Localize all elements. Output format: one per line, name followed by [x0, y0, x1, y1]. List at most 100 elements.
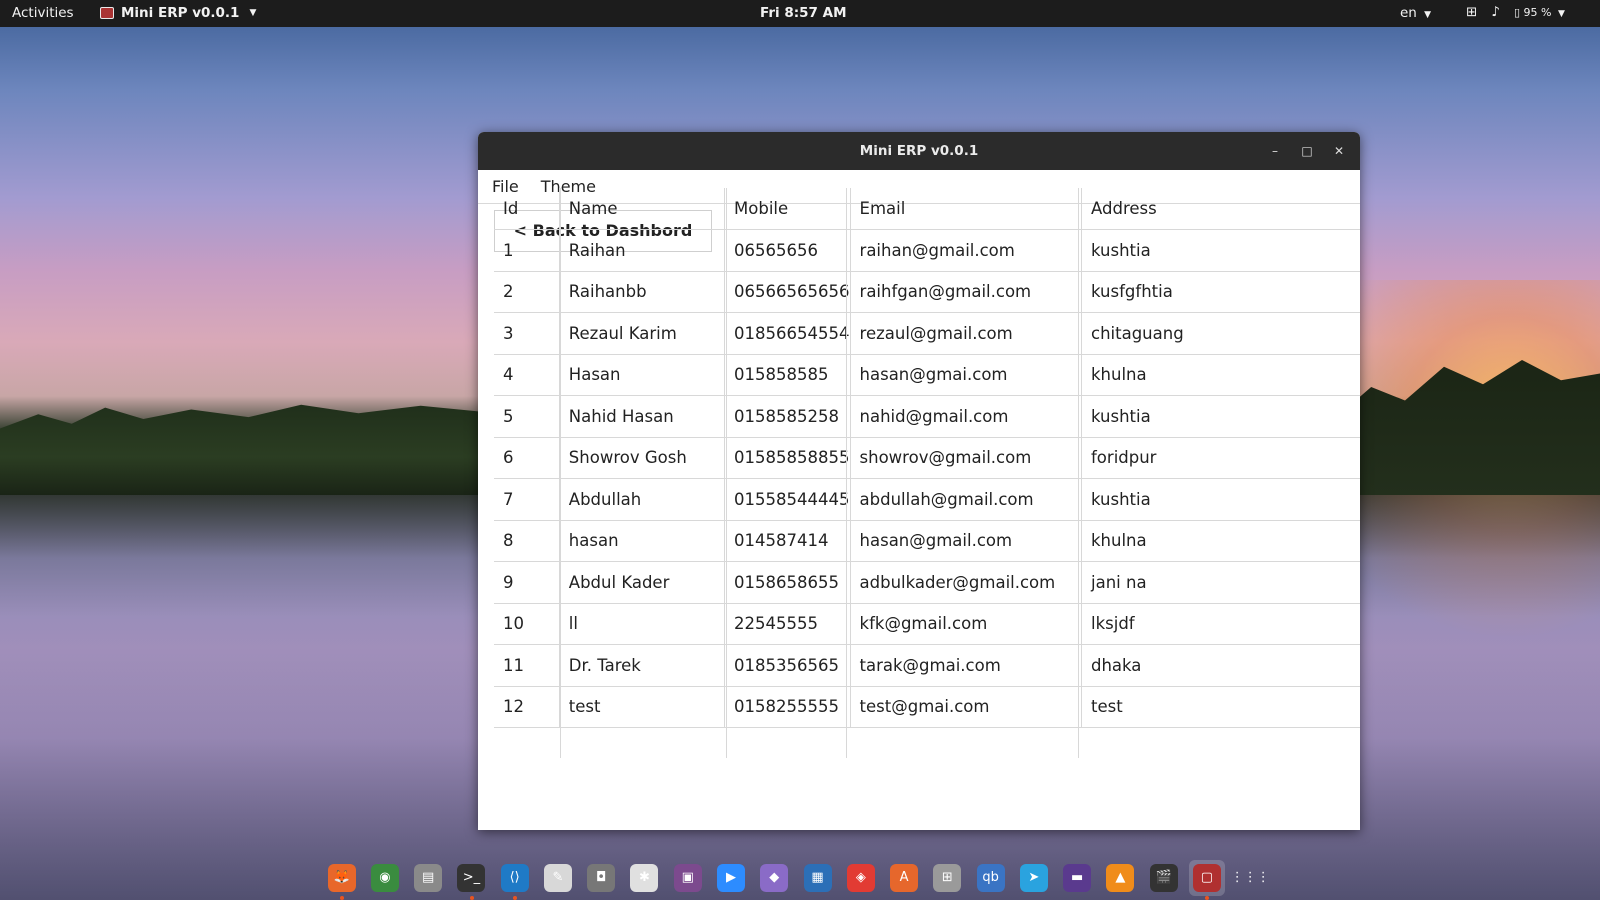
dock-item[interactable]: ◆ [757, 860, 792, 896]
dock-item[interactable]: ▤ [411, 860, 446, 896]
cell-address: lksjdf [1081, 603, 1360, 645]
column-header-name[interactable]: Name [558, 188, 725, 230]
dock-item[interactable]: ▶ [713, 860, 748, 896]
cell-mobile: 01558544445 [724, 478, 851, 521]
cell-address: test [1081, 686, 1360, 728]
battery-icon: ▯ [1513, 5, 1520, 19]
chevron-down-icon: ▼ [1424, 10, 1432, 20]
dock-item[interactable]: ▲ [1103, 860, 1138, 896]
cell-email: nahid@gmail.com [849, 395, 1082, 438]
language-label: en [1400, 5, 1417, 21]
dock-item[interactable]: ✎ [540, 860, 575, 896]
app-menu[interactable]: Mini ERP v0.0.1 ▼ [100, 5, 256, 21]
column-header-mobile[interactable]: Mobile [724, 188, 851, 230]
running-indicator [1205, 895, 1210, 900]
dock-item[interactable]: ▣ [670, 860, 705, 896]
dock-item[interactable]: ⋮⋮⋮ [1230, 860, 1270, 896]
mini-erp-app-icon [100, 7, 114, 19]
cell-email: test@gmai.com [849, 686, 1082, 728]
dock-item[interactable]: ➤ [1016, 860, 1051, 896]
table-row[interactable]: 9 Abdul Kader 0158658655 adbulkader@gmail.c… [494, 561, 1360, 604]
column-header-address[interactable]: Address [1081, 188, 1360, 230]
battery-indicator: ▯ 95 % ▼ [1514, 6, 1565, 19]
cell-id: 10 [494, 603, 560, 645]
cell-name: Hasan [558, 354, 725, 396]
table-row[interactable]: 7 Abdullah 01558544445 abdullah@gmail.com ku… [494, 478, 1360, 521]
cell-id: 7 [494, 478, 560, 521]
slack-icon: ✱ [630, 863, 659, 892]
anydesk-icon: ◈ [846, 863, 875, 892]
dock-item[interactable]: 🦊 [324, 860, 359, 900]
cell-name: Dr. Tarek [558, 644, 725, 687]
cell-name: Raihan [558, 229, 725, 272]
files-icon: ▤ [414, 863, 443, 892]
cell-mobile: 0158255555 [724, 686, 851, 728]
table-row[interactable]: 2 Raihanbb 06566565656 raihfgan@gmail.com ku… [494, 271, 1360, 313]
dock: 🦊 ◉ ▤ >_ ⟨⟩ ✎ ◘ ✱ ▣ ▶ ◆ ▦ ◈ A ⊞ qb ➤ ▬ ▲ 🎬 ▢ ⋮⋮⋮ [318, 855, 1270, 900]
clock[interactable]: Fri 8:57 AM [760, 5, 847, 21]
dock-item[interactable]: ◉ [367, 860, 402, 896]
minimize-icon[interactable]: – [1264, 140, 1286, 162]
cell-email: kfk@gmail.com [849, 603, 1082, 645]
column-header-email[interactable]: Email [849, 188, 1082, 230]
cell-id: 9 [494, 561, 560, 604]
cell-name: Abdul Kader [558, 561, 725, 604]
column-header-id[interactable]: Id [494, 188, 560, 230]
system-tray[interactable]: ⊞ ♪ ▯ 95 % ▼ [1466, 4, 1565, 20]
cell-mobile: 06565656 [724, 229, 851, 272]
dock-item[interactable]: >_ [454, 860, 489, 900]
cell-address: kushtia [1081, 395, 1360, 438]
calculator-icon: ⊞ [933, 863, 962, 892]
dock-item[interactable]: ⟨⟩ [497, 860, 532, 900]
activities-button[interactable]: Activities [12, 5, 74, 21]
dock-item[interactable]: ▢ [1189, 859, 1225, 900]
media-icon: ▣ [673, 863, 702, 892]
qbittorrent-icon: qb [976, 863, 1005, 892]
terminal-icon: >_ [457, 863, 486, 892]
dock-item[interactable]: 🎬 [1146, 860, 1181, 896]
cell-address: dhaka [1081, 644, 1360, 687]
running-indicator [513, 895, 518, 900]
table-row[interactable]: 10 ll 22545555 kfk@gmail.com lksjdf [494, 603, 1360, 645]
dock-item[interactable]: A [886, 860, 921, 896]
dock-item[interactable]: ◈ [843, 860, 878, 896]
cell-id: 5 [494, 395, 560, 438]
dock-item[interactable]: ◘ [584, 860, 619, 896]
cell-id: 4 [494, 354, 560, 396]
zoom-icon: ▶ [717, 863, 746, 892]
maximize-icon[interactable]: □ [1296, 140, 1318, 162]
cell-mobile: 014587414 [724, 520, 851, 562]
cell-email: rezaul@gmail.com [849, 312, 1082, 355]
window-titlebar[interactable]: Mini ERP v0.0.1 – □ ✕ [478, 132, 1360, 170]
dock-item[interactable]: ✱ [627, 860, 662, 896]
language-selector[interactable]: en ▼ [1400, 5, 1431, 21]
dock-item[interactable]: ▬ [1060, 860, 1095, 896]
cell-address: jani na [1081, 561, 1360, 604]
cell-mobile: 06566565656 [724, 271, 851, 313]
cell-email: hasan@gmai.com [849, 354, 1082, 396]
cell-email: hasan@gmail.com [849, 520, 1082, 562]
clapper-icon: 🎬 [1149, 863, 1178, 892]
cell-address: foridpur [1081, 437, 1360, 479]
table-row[interactable]: 1 Raihan 06565656 raihan@gmail.com kushtia [494, 229, 1360, 272]
table-row[interactable]: 12 test 0158255555 test@gmai.com test [494, 686, 1360, 728]
table-row[interactable]: 3 Rezaul Karim 01856654554 rezaul@gmail.com… [494, 312, 1360, 355]
dock-item[interactable]: ⊞ [930, 860, 965, 896]
cell-name: Nahid Hasan [558, 395, 725, 438]
close-icon[interactable]: ✕ [1328, 140, 1350, 162]
table-row[interactable]: 4 Hasan 015858585 hasan@gmai.com khulna [494, 354, 1360, 396]
table-row[interactable]: 8 hasan 014587414 hasan@gmail.com khulna [494, 520, 1360, 562]
cell-name: ll [558, 603, 725, 645]
running-indicator [340, 895, 344, 900]
table-row[interactable]: 5 Nahid Hasan 0158585258 nahid@gmail.com kus… [494, 395, 1360, 438]
cell-mobile: 0158658655 [724, 561, 851, 604]
camera-icon: ◘ [587, 863, 616, 892]
dock-item[interactable]: ▦ [800, 860, 835, 896]
show-apps-icon: ⋮⋮⋮ [1230, 870, 1270, 885]
table-row[interactable]: 11 Dr. Tarek 0185356565 tarak@gmai.com dhaka [494, 644, 1360, 687]
table-row[interactable]: 6 Showrov Gosh 01585858855 showrov@gmail.co… [494, 437, 1360, 479]
window-title: Mini ERP v0.0.1 [859, 143, 979, 159]
dock-item[interactable]: qb [973, 860, 1008, 896]
cell-email: tarak@gmai.com [849, 644, 1082, 687]
cell-mobile: 01585858855 [724, 437, 851, 479]
